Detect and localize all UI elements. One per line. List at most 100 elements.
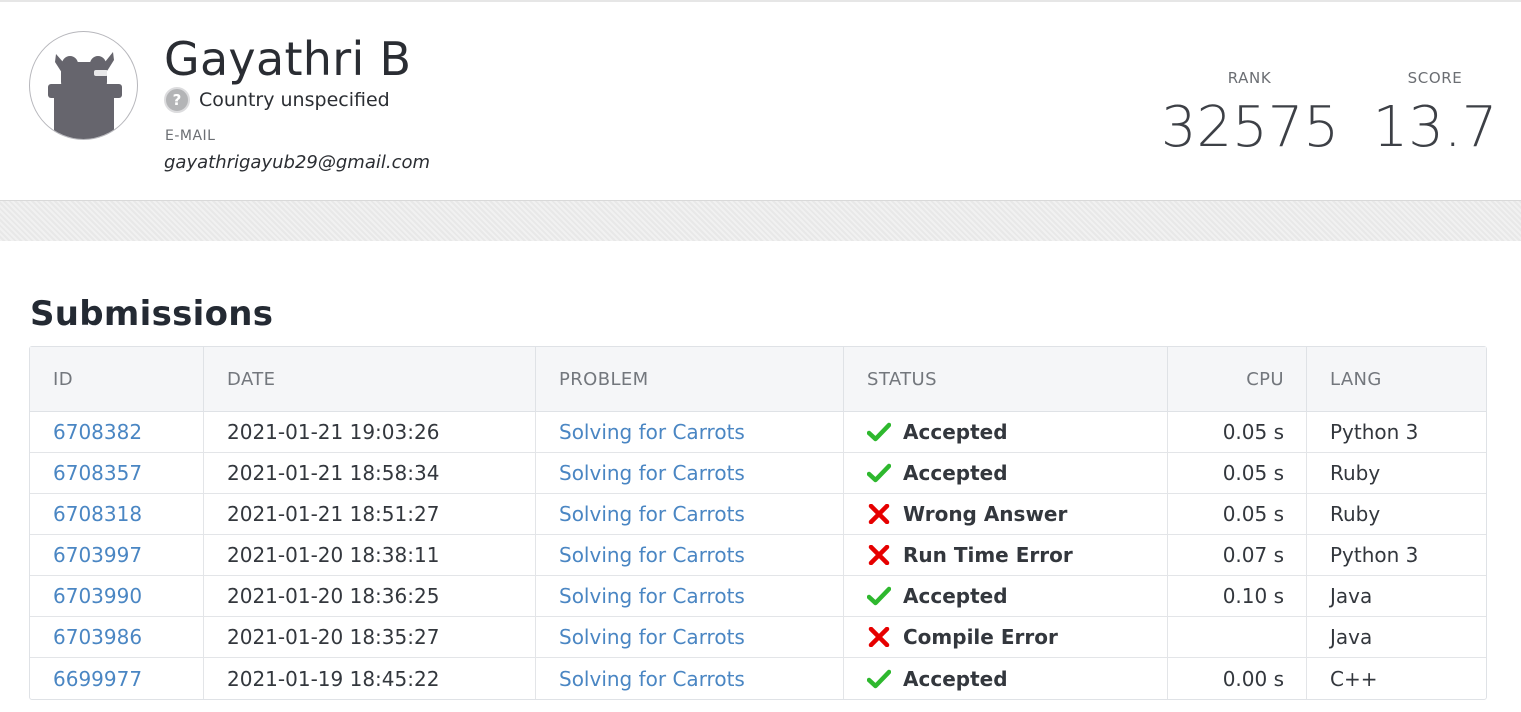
cpu-time: 0.05 s bbox=[1168, 494, 1307, 535]
profile-header: Gayathri B ? Country unspecified E-MAIL … bbox=[0, 0, 1521, 201]
column-header-status: STATUS bbox=[844, 347, 1168, 412]
rank-label: RANK bbox=[1227, 69, 1272, 87]
status-cell: Run Time Error bbox=[844, 535, 1168, 576]
problem-link[interactable]: Solving for Carrots bbox=[559, 461, 745, 485]
problem-cell: Solving for Carrots bbox=[536, 535, 844, 576]
email-label: E-MAIL bbox=[165, 128, 216, 144]
status-text: Run Time Error bbox=[903, 543, 1073, 567]
status-cell: Accepted bbox=[844, 453, 1168, 494]
language: Ruby bbox=[1307, 494, 1486, 535]
problem-cell: Solving for Carrots bbox=[536, 453, 844, 494]
table-row: 6708318 2021-01-21 18:51:27 Solving for Ca… bbox=[30, 494, 1486, 535]
submissions-table: ID DATE PROBLEM STATUS CPU LANG 6708382 2… bbox=[29, 346, 1487, 700]
submission-date: 2021-01-20 18:35:27 bbox=[204, 617, 536, 658]
status-cell: Accepted bbox=[844, 658, 1168, 699]
question-icon: ? bbox=[164, 87, 190, 113]
cpu-time: 0.00 s bbox=[1168, 658, 1307, 699]
table-row: 6703997 2021-01-20 18:38:11 Solving for Ca… bbox=[30, 535, 1486, 576]
problem-link[interactable]: Solving for Carrots bbox=[559, 584, 745, 608]
avatar bbox=[29, 31, 138, 140]
status-text: Accepted bbox=[903, 420, 1008, 444]
submission-date: 2021-01-19 18:45:22 bbox=[204, 658, 536, 699]
submission-id-link[interactable]: 6699977 bbox=[53, 667, 142, 691]
divider-band bbox=[0, 201, 1521, 241]
cpu-time: 0.05 s bbox=[1168, 453, 1307, 494]
table-row: 6708382 2021-01-21 19:03:26 Solving for Ca… bbox=[30, 412, 1486, 453]
table-row: 6703990 2021-01-20 18:36:25 Solving for Ca… bbox=[30, 576, 1486, 617]
submission-id-link[interactable]: 6703990 bbox=[53, 584, 142, 608]
status-text: Accepted bbox=[903, 461, 1008, 485]
submission-date: 2021-01-21 18:51:27 bbox=[204, 494, 536, 535]
table-row: 6699977 2021-01-19 18:45:22 Solving for Ca… bbox=[30, 658, 1486, 699]
cross-icon bbox=[867, 503, 891, 525]
status-text: Accepted bbox=[903, 584, 1008, 608]
check-icon bbox=[866, 586, 892, 606]
cpu-time: 0.07 s bbox=[1168, 535, 1307, 576]
submission-id-cell: 6703986 bbox=[30, 617, 204, 658]
status-text: Compile Error bbox=[903, 625, 1058, 649]
column-header-cpu: CPU bbox=[1168, 347, 1307, 412]
submission-id-cell: 6703997 bbox=[30, 535, 204, 576]
problem-cell: Solving for Carrots bbox=[536, 494, 844, 535]
language: C++ bbox=[1330, 666, 1378, 691]
cpu-time: 0.10 s bbox=[1168, 576, 1307, 617]
email-value: gayathrigayub29@gmail.com bbox=[164, 152, 431, 173]
table-row: 6708357 2021-01-21 18:58:34 Solving for Ca… bbox=[30, 453, 1486, 494]
problem-link[interactable]: Solving for Carrots bbox=[559, 625, 745, 649]
country: ? Country unspecified bbox=[164, 87, 390, 113]
submission-date: 2021-01-20 18:38:11 bbox=[204, 535, 536, 576]
submission-id-cell: 6708318 bbox=[30, 494, 204, 535]
problem-cell: Solving for Carrots bbox=[536, 617, 844, 658]
default-avatar-icon bbox=[48, 52, 122, 139]
column-header-date: DATE bbox=[204, 347, 536, 412]
table-row: 6703986 2021-01-20 18:35:27 Solving for Ca… bbox=[30, 617, 1486, 658]
problem-cell: Solving for Carrots bbox=[536, 412, 844, 453]
status-cell: Compile Error bbox=[844, 617, 1168, 658]
status-cell: Accepted bbox=[844, 412, 1168, 453]
column-header-id: ID bbox=[30, 347, 204, 412]
language: Python 3 bbox=[1307, 535, 1486, 576]
check-icon bbox=[866, 463, 892, 483]
submission-date: 2021-01-21 19:03:26 bbox=[204, 412, 536, 453]
language: Python 3 bbox=[1307, 412, 1486, 453]
cpu-time: 0.05 s bbox=[1168, 412, 1307, 453]
submission-id-cell: 6708357 bbox=[30, 453, 204, 494]
status-text: Wrong Answer bbox=[903, 502, 1068, 526]
user-name: Gayathri B bbox=[164, 32, 412, 86]
problem-link[interactable]: Solving for Carrots bbox=[559, 420, 745, 444]
country-label: Country unspecified bbox=[199, 89, 390, 111]
submission-date: 2021-01-21 18:58:34 bbox=[204, 453, 536, 494]
problem-link[interactable]: Solving for Carrots bbox=[559, 502, 745, 526]
score-label: SCORE bbox=[1407, 69, 1463, 87]
problem-cell: Solving for Carrots bbox=[536, 658, 844, 699]
submission-id-link[interactable]: 6703997 bbox=[53, 543, 142, 567]
rank-value: 32575 bbox=[1160, 95, 1340, 160]
table-header-row: ID DATE PROBLEM STATUS CPU LANG bbox=[30, 347, 1486, 412]
submission-id-cell: 6703990 bbox=[30, 576, 204, 617]
column-header-problem: PROBLEM bbox=[536, 347, 844, 412]
language: Java bbox=[1307, 617, 1486, 658]
cross-icon bbox=[867, 544, 891, 566]
submission-id-link[interactable]: 6708382 bbox=[53, 420, 142, 444]
score-value: 13.7 bbox=[1372, 95, 1498, 160]
submissions-title: Submissions bbox=[30, 294, 274, 334]
submission-date: 2021-01-20 18:36:25 bbox=[204, 576, 536, 617]
submission-id-link[interactable]: 6708357 bbox=[53, 461, 142, 485]
status-cell: Wrong Answer bbox=[844, 494, 1168, 535]
language: Java bbox=[1307, 576, 1486, 617]
submission-id-link[interactable]: 6708318 bbox=[53, 502, 142, 526]
problem-link[interactable]: Solving for Carrots bbox=[559, 543, 745, 567]
check-icon bbox=[866, 422, 892, 442]
column-header-lang: LANG bbox=[1307, 347, 1486, 412]
submission-id-link[interactable]: 6703986 bbox=[53, 625, 142, 649]
cpu-time bbox=[1168, 617, 1307, 658]
check-icon bbox=[866, 669, 892, 689]
submission-id-cell: 6699977 bbox=[30, 658, 204, 699]
status-text: Accepted bbox=[903, 666, 1008, 691]
problem-link[interactable]: Solving for Carrots bbox=[559, 667, 745, 691]
cross-icon bbox=[867, 626, 891, 648]
language: Ruby bbox=[1307, 453, 1486, 494]
status-cell: Accepted bbox=[844, 576, 1168, 617]
problem-cell: Solving for Carrots bbox=[536, 576, 844, 617]
submission-id-cell: 6708382 bbox=[30, 412, 204, 453]
